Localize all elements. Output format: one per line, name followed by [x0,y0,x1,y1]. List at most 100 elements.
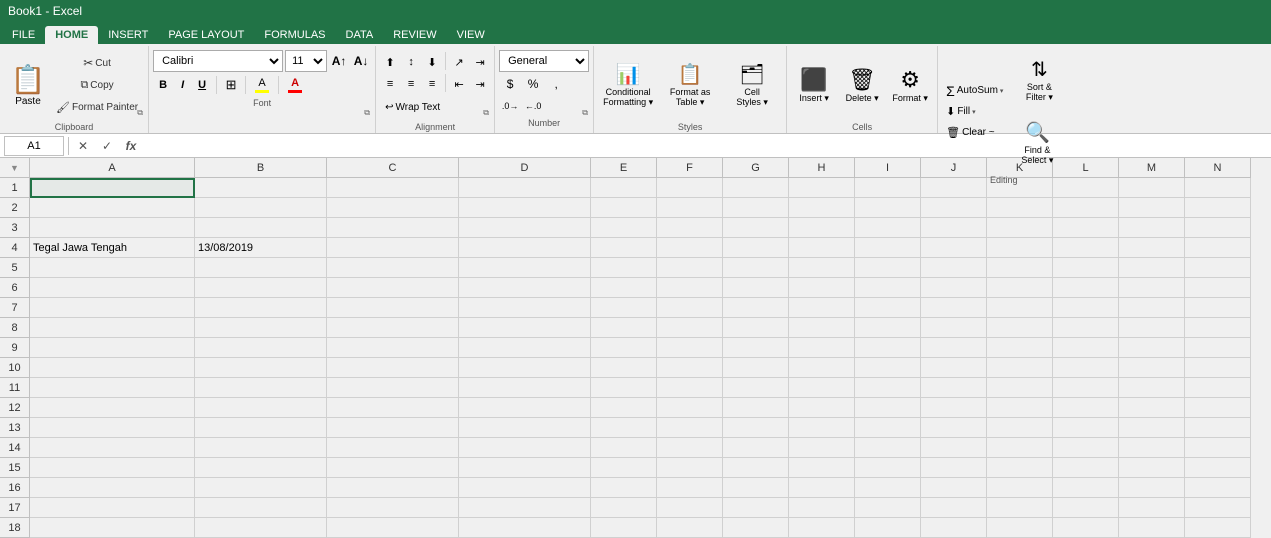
cell-i3[interactable] [855,218,921,238]
cell-d1[interactable] [459,178,591,198]
cell-f8[interactable] [657,318,723,338]
row-header-2[interactable]: 2 [0,198,30,218]
cell-f11[interactable] [657,378,723,398]
cell-b15[interactable] [195,458,327,478]
cell-n5[interactable] [1185,258,1251,278]
cell-g7[interactable] [723,298,789,318]
corner-cell[interactable]: ▼ [0,158,30,178]
cell-b8[interactable] [195,318,327,338]
cell-e5[interactable] [591,258,657,278]
cell-g17[interactable] [723,498,789,518]
cell-h11[interactable] [789,378,855,398]
decrease-decimal-btn[interactable]: .0→ [499,96,521,116]
cell-d18[interactable] [459,518,591,538]
cell-g15[interactable] [723,458,789,478]
cell-f18[interactable] [657,518,723,538]
cell-i6[interactable] [855,278,921,298]
cell-b1[interactable] [195,178,327,198]
cell-m7[interactable] [1119,298,1185,318]
cell-h14[interactable] [789,438,855,458]
conditional-formatting-button[interactable]: 📊 ConditionalFormatting ▾ [598,55,658,115]
cell-i4[interactable] [855,238,921,258]
cell-e13[interactable] [591,418,657,438]
row-header-18[interactable]: 18 [0,518,30,538]
bold-button[interactable]: B [153,74,173,96]
cell-i11[interactable] [855,378,921,398]
cell-d5[interactable] [459,258,591,278]
cell-h1[interactable] [789,178,855,198]
cell-g5[interactable] [723,258,789,278]
border-button[interactable]: ⊞ [221,75,241,95]
row-header-11[interactable]: 11 [0,378,30,398]
cell-e6[interactable] [591,278,657,298]
cell-n10[interactable] [1185,358,1251,378]
col-header-m[interactable]: M [1119,158,1185,178]
cell-h6[interactable] [789,278,855,298]
cell-g1[interactable] [723,178,789,198]
copy-button[interactable]: ⧉ Copy [52,75,142,95]
cell-a10[interactable] [30,358,195,378]
cell-n1[interactable] [1185,178,1251,198]
cell-c2[interactable] [327,198,459,218]
cell-k18[interactable] [987,518,1053,538]
cell-f7[interactable] [657,298,723,318]
cell-b14[interactable] [195,438,327,458]
cell-a4[interactable]: Tegal Jawa Tengah [30,238,195,258]
cell-k14[interactable] [987,438,1053,458]
cell-d4[interactable] [459,238,591,258]
cell-h2[interactable] [789,198,855,218]
row-header-6[interactable]: 6 [0,278,30,298]
cell-a5[interactable] [30,258,195,278]
decrease-indent-btn[interactable]: ⇤ [449,74,469,94]
cell-k3[interactable] [987,218,1053,238]
align-right-btn[interactable]: ≡ [422,74,442,94]
cell-l16[interactable] [1053,478,1119,498]
cell-d11[interactable] [459,378,591,398]
cell-l17[interactable] [1053,498,1119,518]
cell-m17[interactable] [1119,498,1185,518]
cell-m13[interactable] [1119,418,1185,438]
cell-k5[interactable] [987,258,1053,278]
cell-j18[interactable] [921,518,987,538]
cell-d10[interactable] [459,358,591,378]
cell-j10[interactable] [921,358,987,378]
cell-d6[interactable] [459,278,591,298]
cell-k4[interactable] [987,238,1053,258]
cell-f4[interactable] [657,238,723,258]
row-header-17[interactable]: 17 [0,498,30,518]
font-expand-icon[interactable]: ⧉ [361,107,373,119]
cell-m1[interactable] [1119,178,1185,198]
cell-m6[interactable] [1119,278,1185,298]
row-header-13[interactable]: 13 [0,418,30,438]
cell-a14[interactable] [30,438,195,458]
row-header-14[interactable]: 14 [0,438,30,458]
tab-formulas[interactable]: FORMULAS [254,26,335,44]
cell-e16[interactable] [591,478,657,498]
tab-view[interactable]: VIEW [447,26,495,44]
cell-l14[interactable] [1053,438,1119,458]
cell-c8[interactable] [327,318,459,338]
cell-j9[interactable] [921,338,987,358]
delete-button[interactable]: 🗑 Delete ▾ [839,55,885,115]
cell-e1[interactable] [591,178,657,198]
align-middle-btn[interactable]: ↕ [401,52,421,72]
cell-m15[interactable] [1119,458,1185,478]
cell-k7[interactable] [987,298,1053,318]
cell-k17[interactable] [987,498,1053,518]
cell-j8[interactable] [921,318,987,338]
cell-j5[interactable] [921,258,987,278]
cell-l9[interactable] [1053,338,1119,358]
cell-d16[interactable] [459,478,591,498]
cell-c16[interactable] [327,478,459,498]
comma-btn[interactable]: , [545,74,567,94]
cell-h7[interactable] [789,298,855,318]
cell-a1[interactable] [30,178,195,198]
cell-k13[interactable] [987,418,1053,438]
cell-k11[interactable] [987,378,1053,398]
cell-h9[interactable] [789,338,855,358]
cell-g18[interactable] [723,518,789,538]
cell-k12[interactable] [987,398,1053,418]
cell-h12[interactable] [789,398,855,418]
cell-d13[interactable] [459,418,591,438]
cell-m11[interactable] [1119,378,1185,398]
